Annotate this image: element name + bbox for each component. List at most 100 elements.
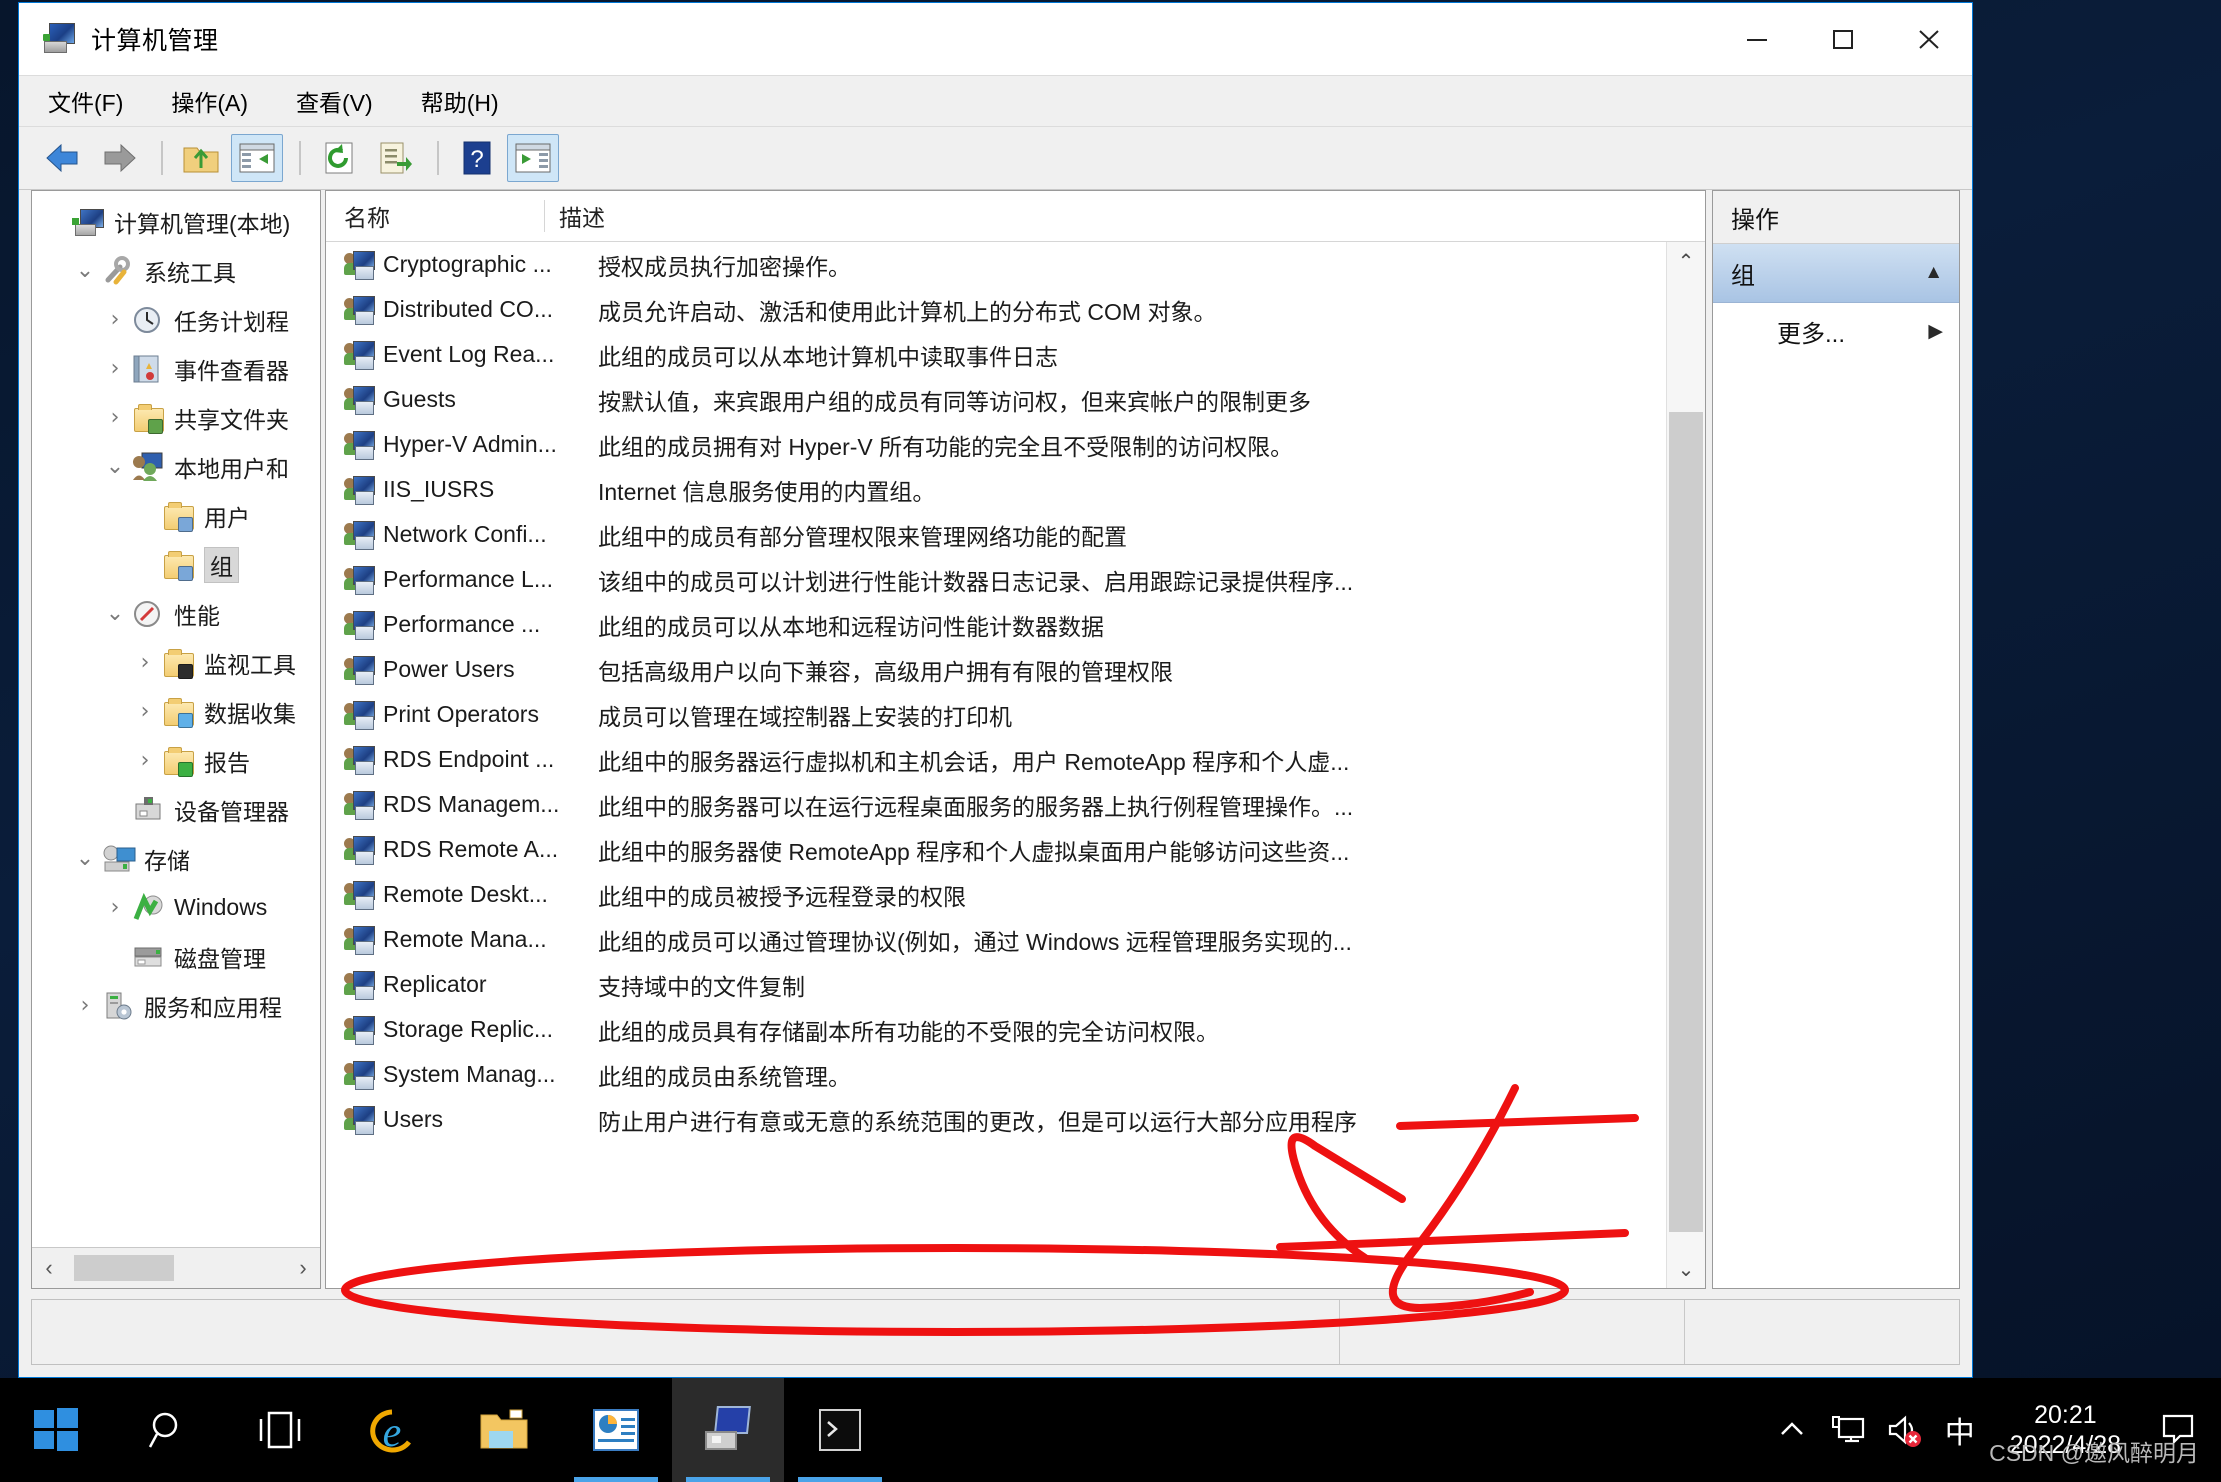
menu-file[interactable]: 文件(F) bbox=[43, 80, 128, 122]
powerpoint-icon[interactable] bbox=[560, 1378, 672, 1482]
table-row[interactable]: RDS Remote A... 此组中的服务器使 RemoteApp 程序和个人虚… bbox=[326, 827, 1666, 872]
list-vscroll-track[interactable] bbox=[1667, 280, 1705, 1250]
list-vscroll-thumb[interactable] bbox=[1669, 412, 1703, 1232]
folder-groups-icon bbox=[162, 550, 196, 581]
tree-item-6[interactable]: 用户 bbox=[32, 491, 320, 540]
scroll-up-icon[interactable]: ⌃ bbox=[1667, 242, 1705, 280]
menu-action[interactable]: 操作(A) bbox=[166, 80, 253, 122]
action-item-label: 更多... bbox=[1777, 320, 1846, 348]
ime-chinese-icon[interactable]: 中 bbox=[1932, 1378, 1988, 1482]
table-row[interactable]: Power Users 包括高级用户以向下兼容，高级用户拥有有限的管理权限 bbox=[326, 647, 1666, 692]
table-row[interactable]: Users 防止用户进行有意或无意的系统范围的更改，但是可以运行大部分应用程序 bbox=[326, 1097, 1666, 1142]
tree-item-3[interactable]: › 事件查看器 bbox=[32, 344, 320, 393]
show-hidden-icons-icon[interactable] bbox=[1764, 1378, 1820, 1482]
export-list-icon[interactable] bbox=[369, 134, 421, 182]
console-tree-icon[interactable] bbox=[231, 134, 283, 182]
tree-item-5[interactable]: ⌄ 本地用户和 bbox=[32, 442, 320, 491]
table-row[interactable]: Replicator 支持域中的文件复制 bbox=[326, 962, 1666, 1007]
maximize-button[interactable] bbox=[1800, 3, 1886, 75]
minimize-button[interactable] bbox=[1714, 3, 1800, 75]
tree-item-4[interactable]: › 共享文件夹 bbox=[32, 393, 320, 442]
tree-hscroll-thumb[interactable] bbox=[74, 1255, 174, 1281]
table-row[interactable]: System Manag... 此组的成员由系统管理。 bbox=[326, 1052, 1666, 1097]
scroll-right-icon[interactable]: › bbox=[286, 1255, 320, 1281]
tree-item-1[interactable]: ⌄ 系统工具 bbox=[32, 246, 320, 295]
tree-item-15[interactable]: 磁盘管理 bbox=[32, 932, 320, 981]
search-icon[interactable] bbox=[112, 1378, 224, 1482]
console-tree[interactable]: 计算机管理(本地) ⌄ 系统工具 › 任务计划程 › 事件查看器 › 共享文件夹 ⌄ 本地用户和 用户… bbox=[32, 191, 320, 1247]
chevron-right-icon[interactable]: › bbox=[128, 748, 162, 773]
tree-item-13[interactable]: ⌄ 存储 bbox=[32, 834, 320, 883]
tree-item-7[interactable]: 组 bbox=[32, 540, 320, 589]
volume-muted-icon[interactable] bbox=[1876, 1378, 1932, 1482]
caret-right-icon[interactable]: ▶ bbox=[1928, 320, 1943, 343]
chevron-right-icon[interactable]: › bbox=[68, 993, 102, 1018]
tree-item-0[interactable]: 计算机管理(本地) bbox=[32, 197, 320, 246]
caret-up-icon[interactable]: ▲ bbox=[1924, 262, 1943, 284]
chevron-right-icon[interactable]: › bbox=[98, 356, 132, 381]
task-view-icon[interactable] bbox=[224, 1378, 336, 1482]
menu-bar: 文件(F) 操作(A) 查看(V) 帮助(H) bbox=[19, 75, 1972, 127]
table-row[interactable]: Remote Deskt... 此组中的成员被授予远程登录的权限 bbox=[326, 872, 1666, 917]
chevron-down-icon[interactable]: ⌄ bbox=[68, 846, 102, 871]
column-header-name[interactable]: 名称 bbox=[326, 199, 544, 233]
table-row[interactable]: Print Operators 成员可以管理在域控制器上安装的打印机 bbox=[326, 692, 1666, 737]
tree-item-11[interactable]: › 报告 bbox=[32, 736, 320, 785]
network-icon[interactable] bbox=[1820, 1378, 1876, 1482]
list-vertical-scrollbar[interactable]: ⌃ ⌄ bbox=[1666, 242, 1705, 1288]
disk-management-icon bbox=[132, 942, 166, 972]
tree-item-10[interactable]: › 数据收集 bbox=[32, 687, 320, 736]
table-row[interactable]: Cryptographic ... 授权成员执行加密操作。 bbox=[326, 242, 1666, 287]
refresh-icon[interactable] bbox=[313, 134, 365, 182]
chevron-right-icon[interactable]: › bbox=[128, 650, 162, 675]
table-row[interactable]: Remote Mana... 此组的成员可以通过管理协议(例如，通过 Window… bbox=[326, 917, 1666, 962]
tree-item-14[interactable]: › Windows bbox=[32, 883, 320, 932]
chevron-down-icon[interactable]: ⌄ bbox=[98, 601, 132, 626]
group-rows[interactable]: Cryptographic ... 授权成员执行加密操作。 Distributed … bbox=[326, 242, 1666, 1288]
actions-group-header-groups[interactable]: 组 ▲ bbox=[1713, 244, 1959, 303]
windows-logo-icon[interactable] bbox=[0, 1378, 112, 1482]
help-question-icon[interactable]: ? bbox=[451, 134, 503, 182]
menu-help[interactable]: 帮助(H) bbox=[416, 80, 504, 122]
table-row[interactable]: Distributed CO... 成员允许启动、激活和使用此计算机上的分布式 C… bbox=[326, 287, 1666, 332]
table-row[interactable]: Performance L... 该组中的成员可以计划进行性能计数器日志记录、启用… bbox=[326, 557, 1666, 602]
column-header-description[interactable]: 描述 bbox=[544, 200, 1705, 232]
close-button[interactable] bbox=[1886, 3, 1972, 75]
tree-item-12[interactable]: 设备管理器 bbox=[32, 785, 320, 834]
table-row[interactable]: Guests 按默认值，来宾跟用户组的成员有同等访问权，但来宾帐户的限制更多 bbox=[326, 377, 1666, 422]
chevron-right-icon[interactable]: › bbox=[98, 405, 132, 430]
table-row[interactable]: Storage Replic... 此组的成员具有存储副本所有功能的不受限的完全访… bbox=[326, 1007, 1666, 1052]
table-row[interactable]: IIS_IUSRS Internet 信息服务使用的内置组。 bbox=[326, 467, 1666, 512]
tree-hscroll-track[interactable] bbox=[66, 1255, 286, 1281]
back-button[interactable] bbox=[37, 134, 89, 182]
scroll-down-icon[interactable]: ⌄ bbox=[1667, 1250, 1705, 1288]
chevron-down-icon[interactable]: ⌄ bbox=[98, 454, 132, 479]
tree-item-2[interactable]: › 任务计划程 bbox=[32, 295, 320, 344]
file-explorer-icon[interactable] bbox=[448, 1378, 560, 1482]
scroll-left-icon[interactable]: ‹ bbox=[32, 1255, 66, 1281]
table-row[interactable]: RDS Endpoint ... 此组中的服务器运行虚拟机和主机会话，用户 Rem… bbox=[326, 737, 1666, 782]
chevron-right-icon[interactable]: › bbox=[128, 699, 162, 724]
tree-item-16[interactable]: › 服务和应用程 bbox=[32, 981, 320, 1030]
menu-view[interactable]: 查看(V) bbox=[291, 80, 378, 122]
tree-horizontal-scrollbar[interactable]: ‹ › bbox=[32, 1247, 320, 1288]
table-row[interactable]: Network Confi... 此组中的成员有部分管理权限来管理网络功能的配置 bbox=[326, 512, 1666, 557]
chevron-down-icon[interactable]: ⌄ bbox=[68, 258, 102, 283]
command-prompt-icon[interactable] bbox=[784, 1378, 896, 1482]
chevron-right-icon[interactable]: › bbox=[98, 895, 132, 920]
table-row[interactable]: Performance ... 此组的成员可以从本地和远程访问性能计数器数据 bbox=[326, 602, 1666, 647]
action-item-more[interactable]: 更多... ▶ bbox=[1713, 303, 1959, 359]
internet-explorer-icon[interactable]: e bbox=[336, 1378, 448, 1482]
table-row[interactable]: Hyper-V Admin... 此组的成员拥有对 Hyper-V 所有功能的完全… bbox=[326, 422, 1666, 467]
window-title: 计算机管理 bbox=[91, 27, 219, 55]
forward-button[interactable] bbox=[93, 134, 145, 182]
table-row[interactable]: Event Log Rea... 此组的成员可以从本地计算机中读取事件日志 bbox=[326, 332, 1666, 377]
actions-pane-title: 操作 bbox=[1731, 206, 1779, 234]
table-row[interactable]: RDS Managem... 此组中的服务器可以在运行远程桌面服务的服务器上执行例… bbox=[326, 782, 1666, 827]
action-pane-icon[interactable] bbox=[507, 134, 559, 182]
computer-management-icon[interactable] bbox=[672, 1378, 784, 1482]
tree-item-9[interactable]: › 监视工具 bbox=[32, 638, 320, 687]
folder-up-icon[interactable] bbox=[175, 134, 227, 182]
tree-item-8[interactable]: ⌄ 性能 bbox=[32, 589, 320, 638]
chevron-right-icon[interactable]: › bbox=[98, 307, 132, 332]
